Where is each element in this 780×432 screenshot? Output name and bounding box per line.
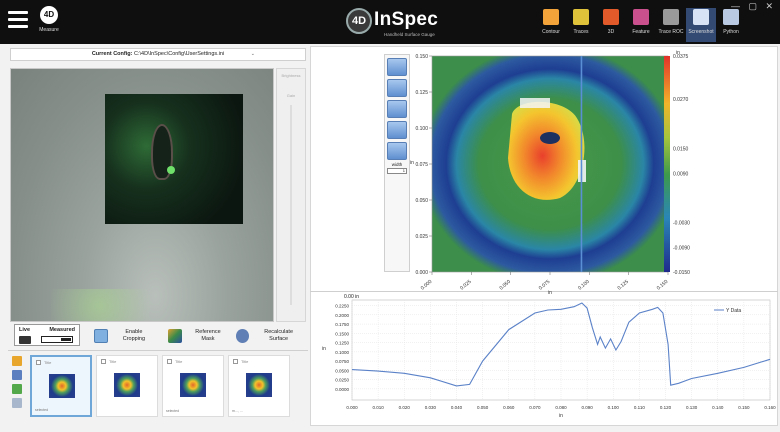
x-tick-label: 0.010: [372, 405, 384, 410]
x-tick-label: 0.070: [529, 405, 541, 410]
y-axis-label: in: [322, 346, 326, 352]
y-tick-label: 0.0500: [335, 368, 349, 373]
x-tick-label: 0.140: [712, 405, 724, 410]
x-tick-label: 0.080: [555, 405, 567, 410]
y-tick-label: 0.2250: [335, 304, 349, 309]
y-tick-label: 0.2000: [335, 313, 349, 318]
x-tick-label: 0.090: [581, 405, 593, 410]
x-tick-label: 0.110: [634, 405, 645, 410]
y-unit-label: 0.00 in: [344, 294, 359, 300]
x-axis-label: in: [559, 413, 563, 419]
y-tick-label: 0.1250: [335, 341, 349, 346]
y-tick-label: 0.1750: [335, 322, 349, 327]
x-tick-label: 0.060: [503, 405, 515, 410]
legend-label: Y Data: [726, 308, 741, 314]
y-tick-label: 0.0750: [335, 359, 349, 364]
x-tick-label: 0.130: [686, 405, 698, 410]
x-tick-label: 0.150: [738, 405, 750, 410]
x-tick-label: 0.100: [608, 405, 620, 410]
x-tick-label: 0.160: [764, 405, 776, 410]
x-tick-label: 0.120: [660, 405, 672, 410]
x-tick-label: 0.040: [451, 405, 463, 410]
x-tick-label: 0.000: [346, 405, 358, 410]
trace-line-chart: 0.000 0.010 0.020 0.030 0.040 0.050 0.060 0.070…: [322, 294, 776, 419]
y-tick-label: 0.0000: [335, 387, 349, 392]
y-tick-label: 0.1000: [335, 350, 349, 355]
x-tick-label: 0.050: [477, 405, 489, 410]
app-window: 4D Measure 4D InSpec Handheld Surface Ga…: [0, 0, 780, 432]
x-tick-label: 0.030: [425, 405, 437, 410]
y-tick-label: 0.1500: [335, 331, 349, 336]
y-tick-label: 0.0250: [335, 378, 349, 383]
x-tick-label: 0.020: [399, 405, 411, 410]
